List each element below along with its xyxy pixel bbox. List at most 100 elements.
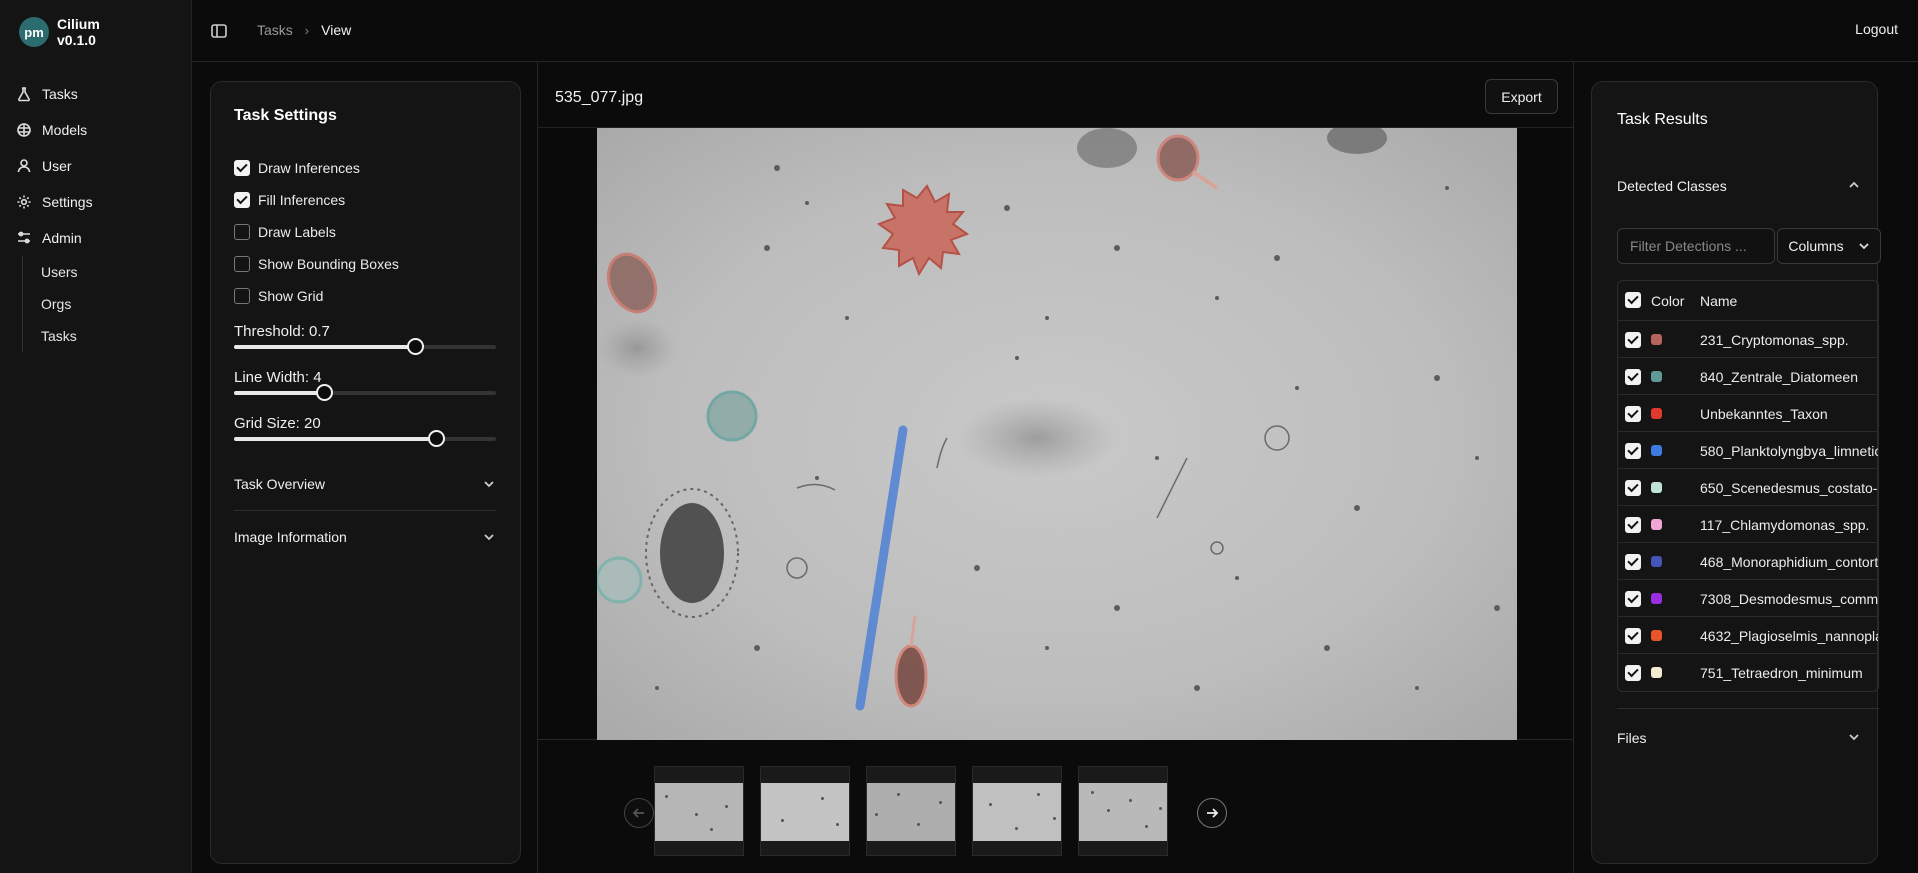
- next-image-button[interactable]: [1197, 798, 1227, 828]
- slider-fill: [234, 391, 325, 395]
- color-swatch: [1651, 519, 1662, 530]
- line-width-slider[interactable]: [234, 384, 496, 401]
- row-checkbox[interactable]: [1625, 628, 1641, 644]
- microscopy-image[interactable]: [597, 128, 1517, 740]
- table-row[interactable]: 840_Zentrale_Diatomeen: [1618, 358, 1878, 395]
- slider-thumb[interactable]: [406, 338, 424, 355]
- thumbnail-image: [973, 783, 1061, 841]
- checkbox-box[interactable]: [234, 192, 250, 208]
- task-settings-panel: Task Settings Draw Inferences Fill Infer…: [210, 81, 521, 864]
- class-name: 580_Planktolyngbya_limnetica: [1700, 443, 1879, 459]
- task-overview-accordion[interactable]: Task Overview: [234, 458, 496, 510]
- row-checkbox[interactable]: [1625, 517, 1641, 533]
- checkbox-label: Fill Inferences: [258, 192, 346, 208]
- table-row[interactable]: Unbekanntes_Taxon: [1618, 395, 1878, 432]
- columns-dropdown-button[interactable]: Columns: [1777, 228, 1881, 264]
- row-checkbox[interactable]: [1625, 332, 1641, 348]
- flask-icon: [18, 87, 30, 102]
- row-checkbox[interactable]: [1625, 554, 1641, 570]
- checkbox-label: Draw Inferences: [258, 160, 360, 176]
- table-row[interactable]: 650_Scenedesmus_costato-G: [1618, 469, 1878, 506]
- table-row[interactable]: 468_Monoraphidium_contortum: [1618, 543, 1878, 580]
- threshold-slider[interactable]: [234, 338, 496, 355]
- thumbnail-image: [761, 783, 849, 841]
- checkbox-box[interactable]: [234, 224, 250, 240]
- divider: [1617, 708, 1879, 709]
- breadcrumb-tasks[interactable]: Tasks: [257, 22, 293, 38]
- accordion-label: Image Information: [234, 529, 347, 545]
- sliders-icon: [18, 231, 30, 244]
- files-accordion[interactable]: Files: [1617, 718, 1879, 758]
- checkbox-box[interactable]: [234, 256, 250, 272]
- grid-size-slider[interactable]: [234, 430, 496, 447]
- app-logo: pm: [19, 17, 49, 47]
- line-width-label: Line Width: 4: [234, 369, 322, 386]
- sidebar-item-user[interactable]: User: [0, 148, 191, 184]
- image-information-accordion[interactable]: Image Information: [234, 511, 496, 563]
- sidebar-item-admin-tasks[interactable]: Tasks: [23, 320, 191, 352]
- thumbnail-2[interactable]: [760, 766, 850, 856]
- sidebar-item-admin-users[interactable]: Users: [23, 256, 191, 288]
- class-name: 231_Cryptomonas_spp.: [1700, 332, 1849, 348]
- row-checkbox[interactable]: [1625, 591, 1641, 607]
- thumbnail-1[interactable]: [654, 766, 744, 856]
- row-checkbox[interactable]: [1625, 369, 1641, 385]
- breadcrumb-separator: ›: [304, 22, 310, 38]
- row-checkbox[interactable]: [1625, 443, 1641, 459]
- export-button[interactable]: Export: [1485, 79, 1558, 114]
- class-name: 751_Tetraedron_minimum: [1700, 665, 1863, 681]
- sidebar-toggle-button[interactable]: [210, 22, 228, 40]
- row-checkbox[interactable]: [1625, 480, 1641, 496]
- brand[interactable]: pm Cilium v0.1.0: [19, 16, 100, 48]
- sidebar-item-models[interactable]: Models: [0, 112, 191, 148]
- column-header-name: Name: [1700, 293, 1738, 309]
- sidebar-item-admin[interactable]: Admin: [0, 220, 191, 256]
- table-row[interactable]: 4632_Plagioselmis_nannoplanctica: [1618, 617, 1878, 654]
- draw-labels-checkbox[interactable]: Draw Labels: [234, 224, 336, 240]
- select-all-checkbox[interactable]: [1625, 292, 1641, 308]
- accordion-label: Detected Classes: [1617, 178, 1727, 194]
- filter-detections-input[interactable]: [1617, 228, 1775, 264]
- chevron-down-icon: [484, 534, 494, 541]
- class-name: 117_Chlamydomonas_spp.: [1700, 517, 1870, 533]
- color-swatch: [1651, 593, 1662, 604]
- slider-thumb[interactable]: [427, 430, 445, 447]
- sidebar-item-label: Models: [42, 122, 88, 138]
- fill-inferences-checkbox[interactable]: Fill Inferences: [234, 192, 345, 208]
- row-checkbox[interactable]: [1625, 665, 1641, 681]
- show-bounding-boxes-checkbox[interactable]: Show Bounding Boxes: [234, 256, 399, 272]
- detected-classes-accordion[interactable]: Detected Classes: [1617, 166, 1879, 206]
- slider-thumb[interactable]: [316, 384, 334, 401]
- thumbnail-4[interactable]: [972, 766, 1062, 856]
- table-row[interactable]: 7308_Desmodesmus_communis: [1618, 580, 1878, 617]
- table-body: 231_Cryptomonas_spp. 840_Zentrale_Diatome…: [1618, 321, 1878, 691]
- thumbnail-image: [867, 783, 955, 841]
- sidebar-item-admin-orgs[interactable]: Orgs: [23, 288, 191, 320]
- class-name: 4632_Plagioselmis_nannoplanctica: [1700, 628, 1878, 644]
- table-row[interactable]: 117_Chlamydomonas_spp.: [1618, 506, 1878, 543]
- draw-inferences-checkbox[interactable]: Draw Inferences: [234, 160, 360, 176]
- image-filename: 535_077.jpg: [555, 89, 644, 106]
- brain-icon: [17, 123, 31, 137]
- thumbnail-5[interactable]: [1078, 766, 1168, 856]
- previous-image-button[interactable]: [624, 798, 654, 828]
- panel-left-icon: [211, 24, 227, 38]
- color-swatch: [1651, 482, 1662, 493]
- slider-fill: [234, 345, 415, 349]
- show-grid-checkbox[interactable]: Show Grid: [234, 288, 323, 304]
- table-row[interactable]: 231_Cryptomonas_spp.: [1618, 321, 1878, 358]
- table-row[interactable]: 580_Planktolyngbya_limnetica: [1618, 432, 1878, 469]
- threshold-label: Threshold: 0.7: [234, 323, 330, 340]
- sidebar-nav: Tasks Models User Settings Admin Users O…: [0, 76, 191, 352]
- checkbox-box[interactable]: [234, 288, 250, 304]
- thumbnail-3[interactable]: [866, 766, 956, 856]
- sidebar-item-tasks[interactable]: Tasks: [0, 76, 191, 112]
- checkbox-box[interactable]: [234, 160, 250, 176]
- chevron-down-icon: [484, 481, 494, 488]
- detection-unbekanntes-taxon[interactable]: [876, 184, 970, 277]
- table-row[interactable]: 751_Tetraedron_minimum: [1618, 654, 1878, 691]
- logout-button[interactable]: Logout: [1855, 21, 1898, 37]
- row-checkbox[interactable]: [1625, 406, 1641, 422]
- class-name: 7308_Desmodesmus_communis: [1700, 591, 1879, 607]
- sidebar-item-settings[interactable]: Settings: [0, 184, 191, 220]
